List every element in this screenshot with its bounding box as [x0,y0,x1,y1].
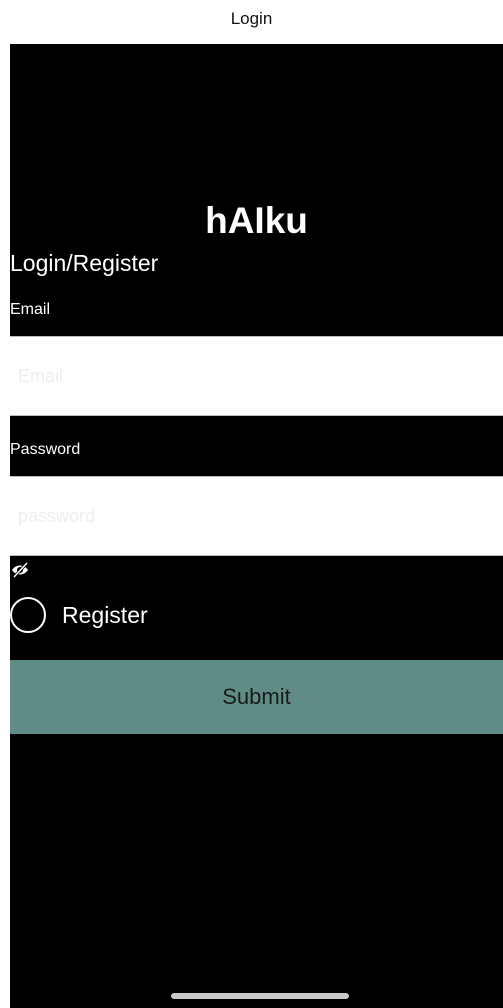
nav-title: Login [230,9,273,28]
register-label: Register [62,601,148,628]
submit-button[interactable]: Submit [10,660,503,734]
form-heading: Login/Register [10,250,159,276]
password-label: Password [10,441,81,458]
register-toggle[interactable]: Register [10,594,148,636]
home-indicator[interactable] [171,993,349,999]
email-input[interactable] [10,336,503,416]
app-title: hAIku [205,200,308,241]
password-input[interactable] [10,476,503,556]
eye-slash-icon[interactable] [10,561,34,579]
register-radio[interactable] [10,597,46,633]
email-label: Email [10,301,51,318]
navigation-bar: Login [0,0,503,44]
login-screen: hAIku Login/Register Email Password Regi… [10,44,503,1008]
